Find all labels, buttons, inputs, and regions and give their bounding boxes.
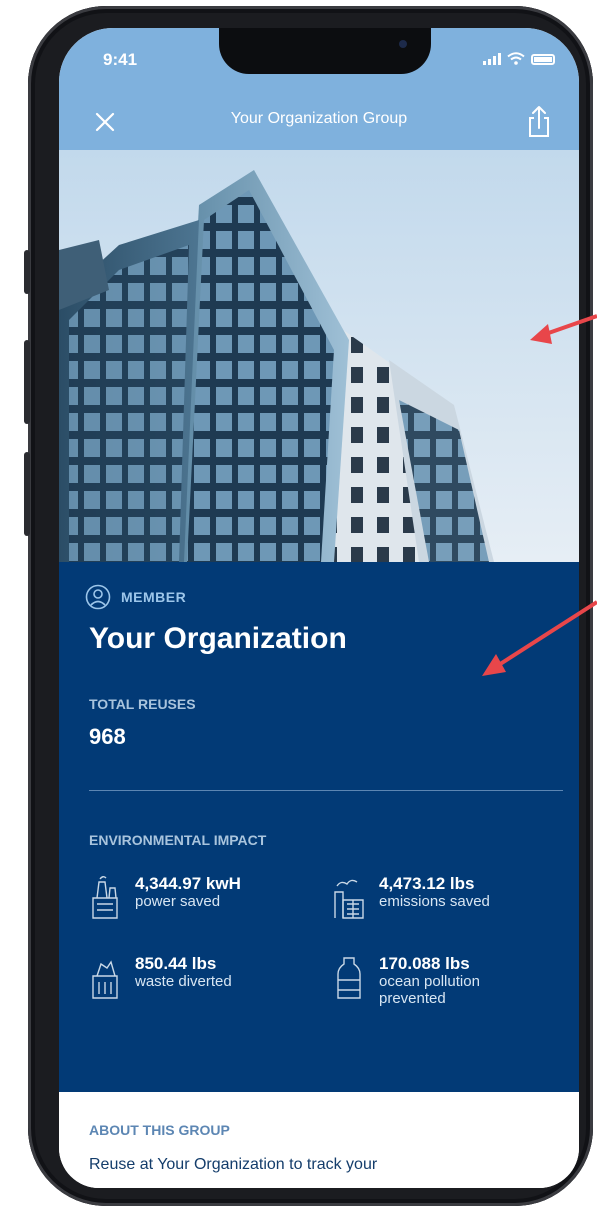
status-icons — [483, 52, 555, 65]
status-time: 9:41 — [103, 50, 138, 69]
waste-bin-icon — [92, 960, 118, 999]
environmental-impact-label: ENVIRONMENTAL IMPACT — [89, 832, 267, 848]
total-reuses-value: 968 — [89, 724, 126, 749]
user-circle-icon — [85, 584, 111, 610]
battery-icon — [531, 54, 555, 65]
divider — [89, 790, 563, 791]
phone-side-button-silent — [24, 250, 30, 294]
organization-name: Your Organization — [89, 622, 347, 655]
header-bar: Your Organization Group — [59, 96, 579, 150]
total-reuses-label: TOTAL REUSES — [89, 696, 196, 712]
stat-power-saved: 4,344.97 kwH power saved — [85, 874, 241, 920]
stat-value: 4,344.97 kwH — [135, 874, 241, 893]
stat-ocean-pollution: 170.088 lbs ocean pollution prevented — [329, 954, 480, 1007]
member-label: MEMBER — [121, 589, 187, 605]
status-bar: 9:41 — [59, 28, 579, 96]
stat-desc: power saved — [135, 893, 221, 910]
header-title: Your Organization Group — [230, 110, 408, 127]
power-plant-icon — [92, 876, 118, 919]
stat-value: 4,473.12 lbs — [379, 874, 475, 893]
about-text: Reuse at Your Organization to track your — [89, 1156, 378, 1173]
building-photo — [59, 150, 579, 562]
signal-icon — [483, 53, 501, 65]
wifi-icon — [507, 52, 525, 65]
phone-side-button-volume-down — [24, 452, 30, 536]
bottle-icon — [337, 957, 361, 999]
stat-desc-line1: ocean pollution — [379, 973, 480, 990]
notch — [219, 28, 431, 74]
stat-value: 170.088 lbs — [379, 954, 470, 973]
about-section: ABOUT THIS GROUP Reuse at Your Organizat… — [59, 1092, 579, 1188]
stat-waste-diverted: 850.44 lbs waste diverted — [85, 954, 232, 1000]
about-title: ABOUT THIS GROUP — [89, 1122, 230, 1138]
stat-value: 850.44 lbs — [135, 954, 217, 973]
annotation-arrow-hero — [530, 314, 597, 344]
member-row: MEMBER — [85, 584, 186, 610]
annotation-arrow-name — [482, 600, 597, 676]
stat-emissions-saved: 4,473.12 lbs emissions saved — [329, 874, 490, 920]
camera-icon — [399, 40, 407, 48]
stat-desc: waste diverted — [135, 973, 232, 990]
factory-icon — [334, 879, 364, 919]
share-icon[interactable] — [519, 102, 559, 142]
stat-desc-line2: prevented — [379, 990, 446, 1007]
phone-side-button-volume-up — [24, 340, 30, 424]
stat-desc: emissions saved — [379, 893, 490, 910]
